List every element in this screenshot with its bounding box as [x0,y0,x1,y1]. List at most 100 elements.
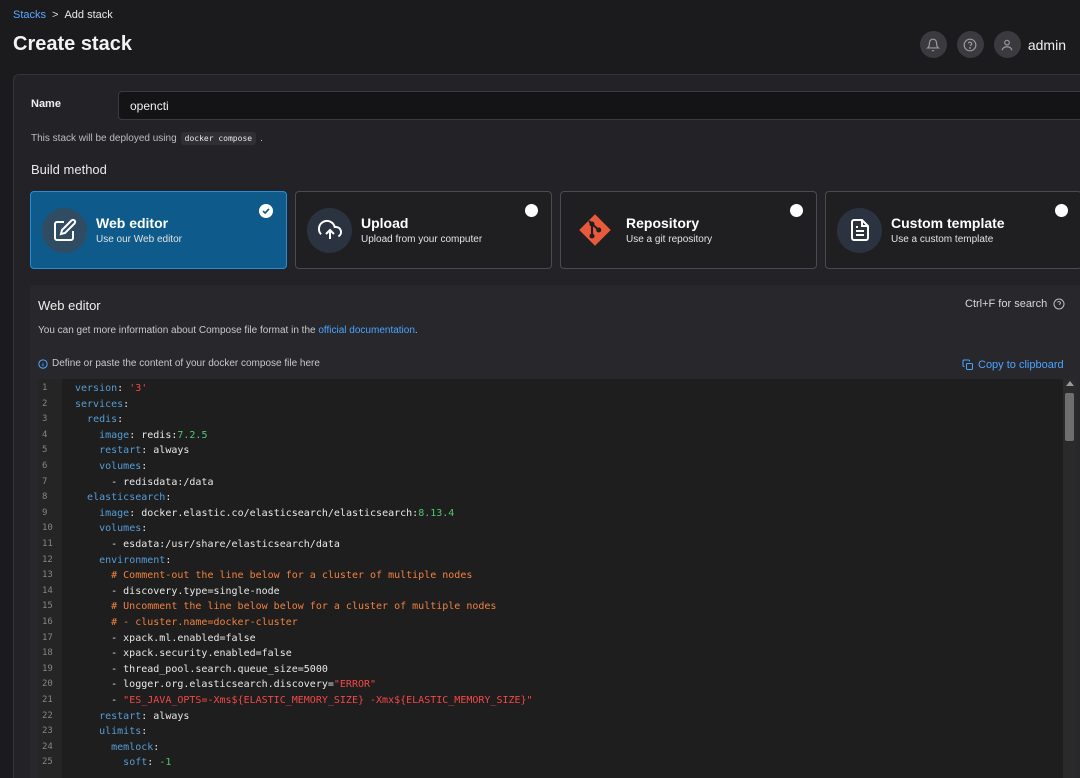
name-label: Name [31,98,61,110]
top-actions: admin [919,31,1066,58]
build-method-web-editor[interactable]: Web editor Use our Web editor [30,191,287,269]
line-content: - thread_pool.search.queue_size=5000 [75,662,328,678]
method-subtitle: Use our Web editor [96,234,182,245]
web-editor-title: Web editor [38,298,101,313]
search-hint: Ctrl+F for search [965,298,1065,310]
code-token: - xpack.security.enabled=false [75,648,292,660]
code-token: services [75,398,124,410]
breadcrumb: Stacks > Add stack [13,9,113,21]
info-suffix: . [414,325,418,336]
line-content: - redisdata:/data [75,475,213,491]
build-method-custom-template[interactable]: Custom template Use a custom template [825,191,1080,269]
info-prefix: You can get more information about Compo… [38,325,316,336]
code-token: version [75,383,118,394]
line-number: 20 [42,679,53,690]
define-hint-text: Define or paste the content of your dock… [52,358,320,369]
code-token: -1 [159,757,172,769]
line-content: ulimits: [75,724,147,740]
compose-info-text: You can get more information about Compo… [38,325,418,336]
code-token: memlock [111,741,154,753]
create-stack-panel: Name This stack will be deployed using d… [13,74,1080,778]
line-content: volumes: [75,459,147,475]
line-number: 9 [42,507,48,518]
code-token: ulimits [99,726,142,738]
line-content: environment: [75,553,171,569]
build-method-upload[interactable]: Upload Upload from your computer [295,191,552,269]
line-number: 2 [42,398,48,409]
line-content: - xpack.security.enabled=false [75,646,292,662]
copy-to-clipboard-button[interactable]: Copy to clipboard [962,359,1064,371]
official-documentation-link[interactable]: official documentation [318,325,415,336]
help-circle-icon [963,38,977,51]
code-editor[interactable]: 1 version: '3' 2 services: 3 redis: 4 image: … [38,379,1076,778]
code-token: soft [123,757,148,769]
line-content: volumes: [75,521,147,537]
line-content: - xpack.ml.enabled=false [75,631,256,647]
deploy-note: This stack will be deployed using docker… [31,132,263,145]
line-content: - esdata:/usr/share/elasticsearch/data [75,537,340,553]
line-number: 16 [42,617,53,627]
build-method-options: Web editor Use our Web editor Upload Upl… [30,191,1080,269]
method-radio[interactable] [790,204,803,217]
bell-icon [926,38,941,51]
line-content: restart: always [75,709,189,725]
breadcrumb-stacks-link[interactable]: Stacks [13,9,46,21]
copy-label: Copy to clipboard [978,359,1064,371]
avatar [993,31,1021,58]
line-number: 7 [42,476,48,487]
line-number: 17 [42,632,53,643]
code-token: - redisdata:/data [75,476,214,488]
editor-scrollbar[interactable] [1063,379,1076,778]
copy-icon [962,359,973,370]
line-content: elasticsearch: [75,490,171,506]
help-circle-icon[interactable] [1053,298,1065,310]
code-token: redis [87,414,118,426]
deploy-note-suffix: . [260,133,263,144]
line-number: 23 [42,726,53,737]
code-token: - [75,695,124,706]
code-token: : [117,383,130,394]
notifications-button[interactable] [919,31,947,58]
code-token: restart [99,445,142,457]
build-method-title: Build method [31,162,107,177]
code-token: - logger.org.elasticsearch.discovery= [75,679,334,691]
code-token: : docker.elastic.co/elasticsearch/elasti… [129,507,419,519]
line-content: image: redis:7.2.5 [75,428,207,444]
user-icon [1002,39,1013,50]
scroll-up-icon[interactable] [1066,381,1074,386]
code-token: # Uncomment the line below below for a c… [111,601,497,613]
code-token: '3' [129,383,148,394]
page-title: Create stack [13,33,132,55]
line-content: # Uncomment the line below below for a c… [75,599,496,615]
line-number: 18 [42,648,53,659]
method-radio[interactable] [1055,204,1068,217]
build-method-repository[interactable]: Repository Use a git repository [560,191,817,269]
git-icon [578,214,611,246]
method-title: Web editor [96,215,169,231]
stack-name-input[interactable] [118,91,1080,120]
user-menu[interactable]: admin [993,31,1066,58]
scroll-thumb[interactable] [1065,393,1074,441]
code-token: - esdata:/usr/share/elasticsearch/data [75,539,340,550]
line-number: 12 [42,554,53,565]
line-number: 10 [42,523,53,534]
method-radio[interactable] [525,204,538,217]
help-button[interactable] [956,31,984,58]
deploy-note-text: This stack will be deployed using [31,133,177,144]
file-text-icon [850,219,869,241]
code-token: : [165,492,172,504]
code-token: : always [141,445,190,457]
line-number: 14 [42,585,53,596]
method-title: Upload [361,215,409,231]
method-subtitle: Use a custom template [891,234,994,245]
line-content: - "ES_JAVA_OPTS=-Xms${ELASTIC_MEMORY_SIZ… [75,693,532,709]
line-content: restart: always [75,443,189,459]
method-title: Repository [626,215,700,231]
code-token: volumes [99,461,142,472]
code-token: image [99,507,130,519]
line-number: 6 [42,461,48,471]
